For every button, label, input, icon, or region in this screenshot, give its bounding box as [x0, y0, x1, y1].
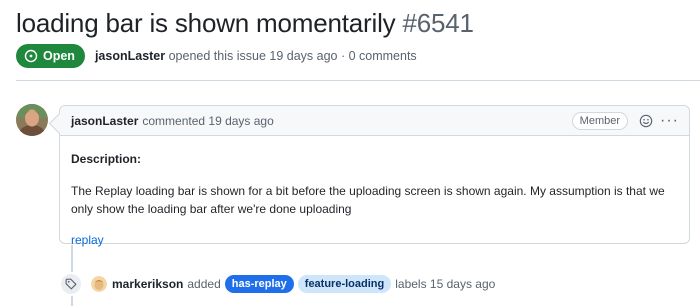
label-event: markerikson added has-replay feature-loa… — [91, 274, 495, 294]
issue-title-text: loading bar is shown momentarily — [16, 8, 396, 38]
comment-header-actions: Member ··· — [571, 111, 679, 130]
event-verb: added — [187, 277, 221, 291]
event-actor-link[interactable]: markerikson — [112, 277, 183, 291]
issue-title: loading bar is shown momentarily #6541 — [16, 6, 474, 40]
issue-opened-icon — [24, 49, 38, 63]
issue-author-link[interactable]: jasonLaster — [95, 49, 165, 63]
state-label: Open — [43, 49, 75, 63]
comment-body: Description: The Replay loading bar is s… — [60, 136, 689, 249]
replay-link[interactable]: replay — [71, 233, 104, 247]
comment-paragraph: The Replay loading bar is shown for a bi… — [71, 184, 665, 216]
comment-heading: Description: — [71, 152, 142, 166]
issue-meta: Open jasonLaster opened this issue 19 da… — [16, 44, 417, 68]
label-feature-loading[interactable]: feature-loading — [297, 275, 392, 293]
tag-icon — [59, 272, 83, 296]
event-tail-text: labels 15 days ago — [395, 277, 496, 291]
state-badge: Open — [16, 44, 85, 68]
issue-number: #6541 — [402, 8, 474, 38]
comment-timestamp[interactable]: commented 19 days ago — [142, 114, 273, 128]
kebab-horizontal-icon[interactable]: ··· — [660, 112, 679, 129]
comment-author-link[interactable]: jasonLaster — [71, 114, 138, 128]
issue-opened-text: opened this issue 19 days ago · 0 commen… — [168, 49, 417, 63]
label-has-replay[interactable]: has-replay — [224, 275, 294, 293]
header-divider — [16, 80, 700, 81]
smiley-icon[interactable] — [638, 113, 654, 129]
issue-meta-text: jasonLaster opened this issue 19 days ag… — [95, 49, 417, 63]
member-badge: Member — [571, 111, 629, 130]
comment-box: jasonLaster commented 19 days ago Member… — [59, 105, 690, 247]
comment-author-avatar[interactable] — [16, 104, 48, 136]
event-actor-avatar[interactable] — [91, 276, 107, 292]
comment-header: jasonLaster commented 19 days ago Member… — [60, 106, 689, 136]
